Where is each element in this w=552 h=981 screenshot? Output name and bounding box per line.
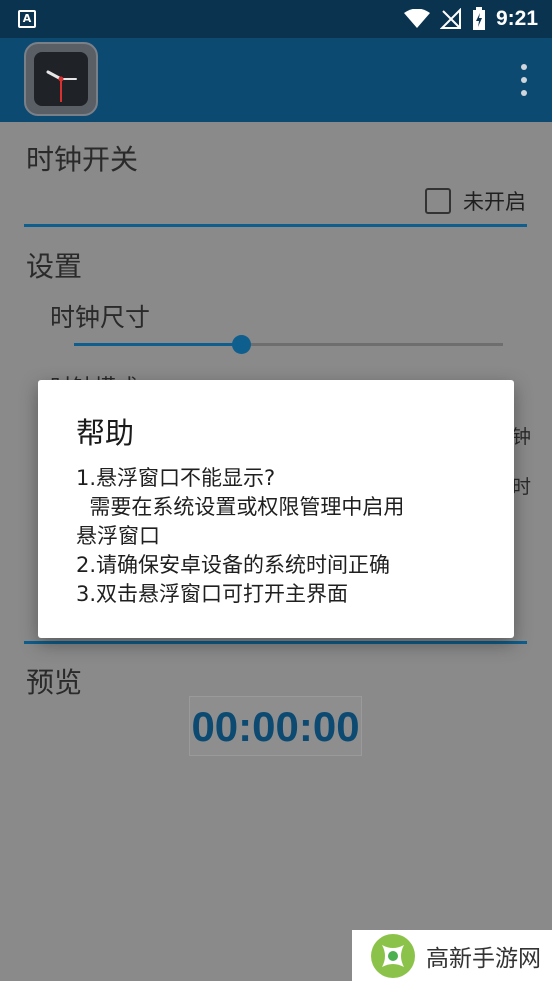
watermark-logo-icon — [371, 933, 415, 978]
dialog-line: 悬浮窗口 — [76, 524, 160, 548]
status-icons: 9:21 — [403, 6, 538, 32]
overflow-menu-icon[interactable] — [518, 64, 530, 96]
no-signal-icon — [439, 8, 461, 29]
clock-size-slider[interactable] — [74, 335, 503, 354]
section-divider — [24, 224, 527, 227]
app-toolbar — [0, 38, 552, 122]
status-time: 9:21 — [495, 7, 538, 30]
clock-switch-title: 时钟开关 — [26, 143, 139, 176]
clock-app-logo — [24, 42, 98, 116]
status-bar: A 9:21 — [0, 0, 552, 38]
dialog-title: 帮助 — [76, 416, 135, 450]
clock-size-label: 时钟尺寸 — [50, 303, 151, 332]
slider-thumb[interactable] — [232, 335, 252, 354]
dialog-line: 1.悬浮窗口不能显示? — [76, 466, 276, 490]
section-divider — [24, 641, 527, 644]
clock-face — [34, 52, 88, 106]
clock-switch-toggle[interactable]: 未开启 — [425, 186, 526, 216]
clock-switch-status: 未开启 — [463, 190, 526, 214]
clock-hands-icon — [46, 70, 77, 102]
option-fragment-2: 时 — [512, 476, 532, 498]
wifi-icon — [403, 9, 430, 28]
watermark: 高新手游网 — [352, 930, 552, 981]
settings-title: 设置 — [26, 250, 83, 283]
watermark-text: 高新手游网 — [426, 945, 541, 972]
preview-title: 预览 — [26, 666, 83, 699]
battery-charging-icon — [472, 7, 485, 30]
app-notification-icon: A — [18, 10, 36, 28]
help-dialog: 帮助 1.悬浮窗口不能显示? 需要在系统设置或权限管理中启用 悬浮窗口 2.请确… — [38, 380, 514, 638]
dialog-line: 2.请确保安卓设备的系统时间正确 — [76, 553, 391, 577]
preview-clock: 00:00:00 — [189, 696, 362, 756]
slider-fill — [74, 343, 242, 346]
dialog-body: 1.悬浮窗口不能显示? 需要在系统设置或权限管理中启用 悬浮窗口 2.请确保安卓… — [76, 464, 496, 609]
clock-switch-checkbox[interactable] — [425, 188, 451, 214]
dialog-line: 需要在系统设置或权限管理中启用 — [76, 495, 405, 519]
option-fragment-1: 钟 — [512, 426, 532, 448]
dialog-line: 3.双击悬浮窗口可打开主界面 — [76, 582, 349, 606]
